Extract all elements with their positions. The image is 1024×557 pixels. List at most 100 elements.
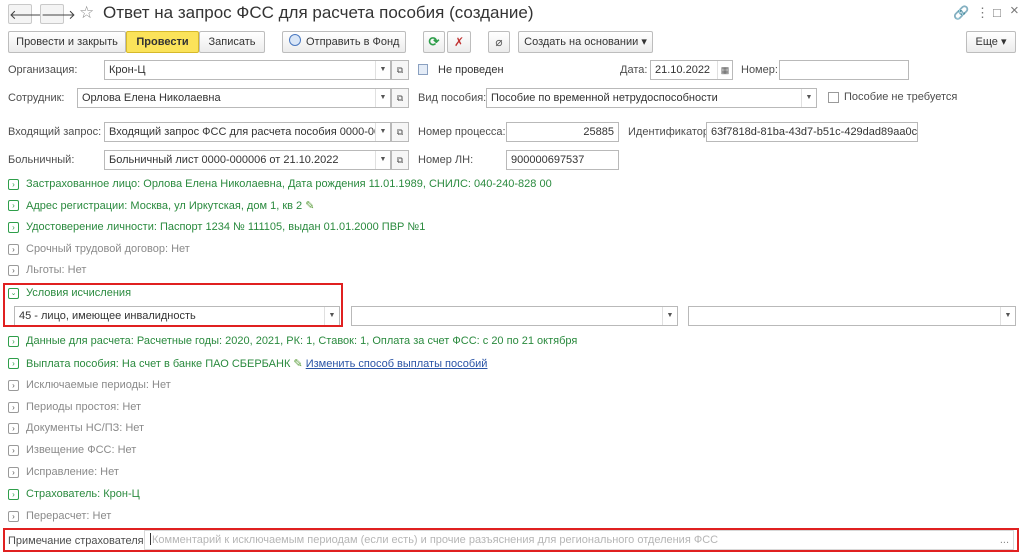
post-and-close-button[interactable]: Провести и закрыть	[8, 31, 126, 53]
arrow-right-icon: 🡒	[41, 7, 76, 22]
group-label: Перерасчет: Нет	[26, 510, 112, 522]
pencil-icon[interactable]: ✎	[293, 358, 302, 370]
ln-number-field[interactable]: 900000697537	[506, 150, 619, 170]
more-vertical-icon[interactable]: ⋮	[976, 5, 989, 21]
chevron-right-icon: ›	[8, 380, 19, 391]
benefit-type-value: Пособие по временной нетрудоспособности	[491, 92, 718, 104]
process-number-field[interactable]: 25885	[506, 122, 619, 142]
organization-field[interactable]: Крон-Ц ▼	[104, 60, 391, 80]
chevron-right-icon: ›	[8, 265, 19, 276]
incoming-request-field[interactable]: Входящий запрос ФСС для расчета пособия …	[104, 122, 391, 142]
group-label: Страхователь: Крон-Ц	[26, 488, 140, 500]
group-label: Адрес регистрации: Москва, ул Иркутская,…	[26, 199, 314, 212]
post-button[interactable]: Провести	[126, 31, 199, 53]
process-number-label: Номер процесса:	[418, 126, 506, 138]
organization-value: Крон-Ц	[109, 64, 146, 76]
employee-label: Сотрудник:	[8, 92, 65, 104]
calendar-icon[interactable]: ▦	[717, 61, 732, 79]
benefit-type-select[interactable]: Пособие по временной нетрудоспособности ▼	[486, 88, 817, 108]
benefit-not-required-label: Пособие не требуется	[844, 91, 958, 103]
open-icon[interactable]: ⧉	[391, 88, 409, 108]
chevron-right-icon: ›	[8, 445, 19, 456]
clear-format-icon: ✗	[453, 35, 465, 49]
group-label: Документы НС/ПЗ: Нет	[26, 422, 145, 434]
attach-button[interactable]: ⌀	[488, 31, 510, 53]
status-text: Не проведен	[438, 64, 504, 76]
send-to-fund-label: Отправить в Фонд	[306, 36, 400, 48]
chevron-right-icon: ›	[8, 179, 19, 190]
write-button[interactable]: Записать	[199, 31, 265, 53]
change-payment-method-link[interactable]: Изменить способ выплаты пособий	[306, 358, 488, 370]
group-label: Исключаемые периоды: Нет	[26, 379, 171, 391]
identifier-label: Идентификатор:	[628, 126, 713, 138]
dropdown-icon[interactable]: ▼	[375, 89, 390, 107]
arrow-left-icon: 🡐	[9, 7, 44, 22]
back-button[interactable]: 🡐	[8, 4, 44, 24]
identifier-field[interactable]: 63f7818d-81ba-43d7-b51c-429dad89aa0c	[706, 122, 918, 142]
dropdown-icon[interactable]: ▼	[662, 307, 677, 325]
dropdown-icon: ▾	[1000, 36, 1007, 48]
chevron-right-icon: ›	[8, 200, 19, 211]
number-field[interactable]	[779, 60, 909, 80]
insurer-note-label: Примечание страхователя:	[8, 535, 147, 547]
condition-select-3[interactable]: ▼	[688, 306, 1016, 326]
condition-select-2[interactable]: ▼	[351, 306, 678, 326]
chevron-right-icon: ›	[8, 511, 19, 522]
page-title: Ответ на запрос ФСС для расчета пособия …	[103, 3, 534, 22]
paperclip-icon: ⌀	[495, 35, 503, 49]
chevron-right-icon: ›	[8, 336, 19, 347]
send-to-fund-button[interactable]: Отправить в Фонд	[282, 31, 406, 53]
group-label: Извещение ФСС: Нет	[26, 444, 137, 456]
open-icon[interactable]: ⧉	[391, 60, 409, 80]
document-status-icon	[418, 64, 428, 75]
chevron-right-icon: ›	[8, 244, 19, 255]
create-based-on-button[interactable]: Создать на основании ▾	[518, 31, 653, 53]
chevron-right-icon: ›	[8, 402, 19, 413]
dropdown-icon[interactable]: ▼	[1000, 307, 1015, 325]
restore-icon[interactable]: □	[993, 5, 1001, 20]
employee-value: Орлова Елена Николаевна	[82, 92, 221, 104]
refresh-icon: ⟳	[428, 34, 440, 49]
text-cursor	[150, 533, 151, 545]
group-label: Периоды простоя: Нет	[26, 401, 142, 413]
star-icon[interactable]: ☆	[79, 3, 94, 23]
clear-button[interactable]: ✗	[447, 31, 471, 53]
ellipsis-icon[interactable]: ...	[1000, 531, 1009, 549]
chevron-right-icon: ›	[8, 358, 19, 369]
dropdown-icon[interactable]: ▼	[375, 123, 390, 141]
group-label: Срочный трудовой договор: Нет	[26, 243, 190, 255]
send-icon	[289, 34, 301, 46]
close-icon[interactable]: ×	[1010, 2, 1019, 19]
pencil-icon[interactable]: ✎	[305, 200, 314, 212]
link-icon[interactable]: 🔗	[953, 5, 969, 21]
group-label: Удостоверение личности: Паспорт 1234 № 1…	[26, 221, 426, 233]
benefit-not-required-checkbox[interactable]	[828, 92, 839, 103]
more-label: Еще	[975, 36, 998, 48]
insurer-note-input[interactable]: Комментарий к исключаемым периодам (если…	[144, 530, 1014, 550]
group-label-text: Выплата пособия: На счет в банке ПАО СБЕ…	[26, 358, 291, 370]
sick-leave-field[interactable]: Больничный лист 0000-000006 от 21.10.202…	[104, 150, 391, 170]
open-icon[interactable]: ⧉	[391, 150, 409, 170]
incoming-request-label: Входящий запрос:	[8, 126, 102, 138]
group-label: Данные для расчета: Расчетные годы: 2020…	[26, 335, 578, 347]
dropdown-icon[interactable]: ▼	[375, 61, 390, 79]
dropdown-icon[interactable]: ▼	[375, 151, 390, 169]
insurer-note-placeholder: Комментарий к исключаемым периодам (если…	[152, 534, 719, 546]
group-label: Исправление: Нет	[26, 466, 119, 478]
open-icon[interactable]: ⧉	[391, 122, 409, 142]
more-button[interactable]: Еще ▾	[966, 31, 1016, 53]
group-label: Выплата пособия: На счет в банке ПАО СБЕ…	[26, 357, 487, 370]
chevron-right-icon: ›	[8, 467, 19, 478]
employee-field[interactable]: Орлова Елена Николаевна ▼	[77, 88, 391, 108]
refresh-button[interactable]: ⟳	[423, 31, 445, 53]
forward-button[interactable]: 🡒	[40, 4, 76, 24]
chevron-right-icon: ›	[8, 489, 19, 500]
date-value: 21.10.2022	[655, 64, 711, 76]
dropdown-icon[interactable]: ▼	[801, 89, 816, 107]
ln-number-label: Номер ЛН:	[418, 154, 474, 166]
date-field[interactable]: 21.10.2022 ▦	[650, 60, 733, 80]
chevron-right-icon: ›	[8, 423, 19, 434]
sick-leave-value: Больничный лист 0000-000006 от 21.10.202…	[109, 154, 339, 166]
date-label: Дата:	[620, 64, 648, 76]
sick-leave-label: Больничный:	[8, 154, 75, 166]
